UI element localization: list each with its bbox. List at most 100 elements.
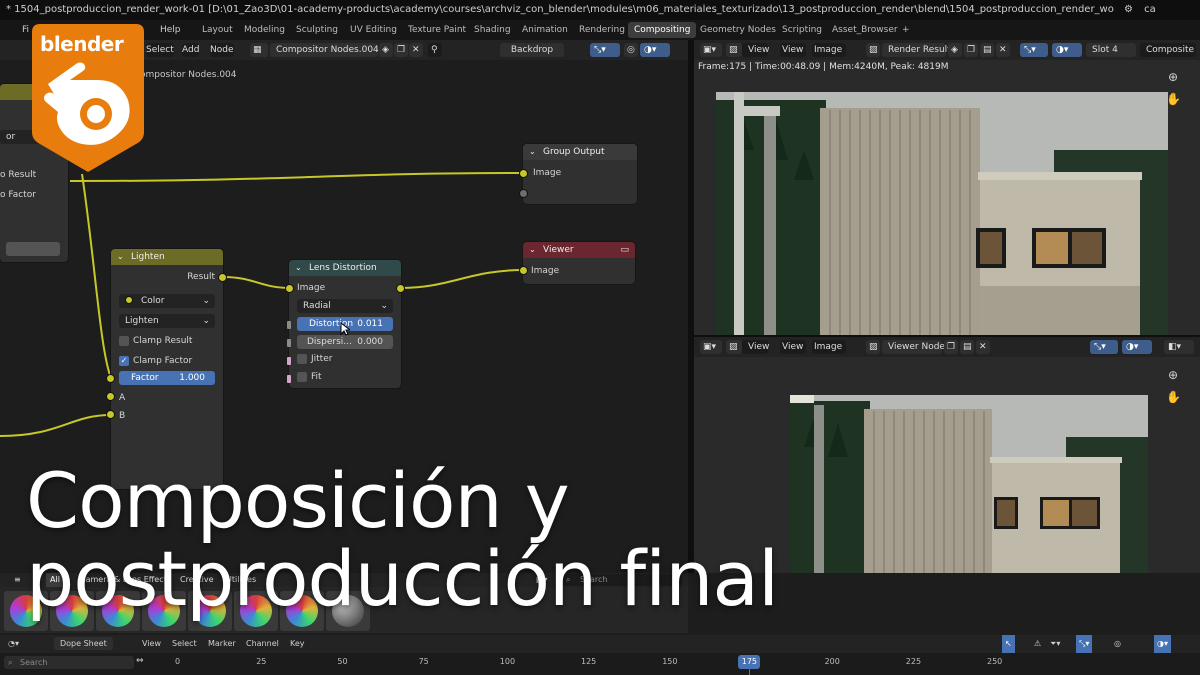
warning-icon[interactable]: ⚠ (1034, 635, 1041, 653)
menu-channel[interactable]: Channel (246, 635, 279, 653)
image-mode-icon[interactable]: ▨ (726, 43, 742, 57)
lens-image-socket[interactable] (286, 285, 293, 292)
clamp-result-checkbox[interactable] (119, 336, 129, 346)
image-browse-icon[interactable]: ▨ (866, 43, 880, 57)
pin-icon[interactable]: ⚲ (428, 43, 442, 57)
lighten-factor-socket[interactable] (107, 375, 114, 382)
tab-texture-paint[interactable]: Texture Paint (402, 22, 472, 38)
pan-hand-icon[interactable]: ✋ (1166, 92, 1181, 106)
menu-add[interactable]: Add (182, 43, 200, 57)
viewer-node[interactable]: ⌄ Viewer ▭ Image (523, 242, 635, 284)
viewer-image-socket[interactable] (520, 267, 527, 274)
overlay-icon[interactable]: ◑▾ (1154, 635, 1171, 653)
tab-rendering[interactable]: Rendering (573, 22, 631, 38)
current-frame-indicator[interactable]: 175 (738, 655, 761, 669)
lens-jitter-socket[interactable] (287, 357, 291, 365)
image-browse-icon[interactable]: ▨ (866, 340, 880, 354)
slot-select[interactable]: Slot 4 (1086, 43, 1136, 57)
tab-animation[interactable]: Animation (516, 22, 574, 38)
node-tree-name-field[interactable]: Compositor Nodes.004 (270, 43, 379, 57)
proportional-icon[interactable]: ◎ (1114, 635, 1121, 653)
viewer-display-icon[interactable]: ▭ (620, 242, 629, 258)
view-dropdown[interactable]: View (742, 340, 769, 354)
render-result-viewport[interactable] (694, 60, 1200, 336)
editor-type-icon[interactable]: ▣▾ (700, 340, 722, 354)
factor-slider[interactable]: Factor 1.000 (119, 371, 215, 385)
python-icon[interactable]: ⚙ (1124, 4, 1133, 15)
menu-select[interactable]: Select (146, 43, 174, 57)
menu-image[interactable]: Image (812, 340, 846, 354)
zoom-icon[interactable]: ⊕ (1166, 368, 1180, 382)
duplicate-icon[interactable]: ❐ (394, 43, 408, 57)
collapse-icon[interactable]: ⌄ (529, 242, 536, 258)
tab-geometry-nodes[interactable]: Geometry Nodes (694, 22, 782, 38)
snap-icon[interactable]: ⤡▾ (1076, 635, 1093, 653)
group-output-empty-socket[interactable] (520, 190, 527, 197)
lighten-result-socket[interactable] (219, 274, 226, 281)
lighten-node[interactable]: ⌄ Lighten Result Color ⌄ Lighten ⌄ Clamp… (111, 249, 223, 489)
lens-distortion-socket[interactable] (287, 321, 291, 329)
layer-select[interactable]: Composite (1140, 43, 1196, 57)
dope-sheet-mode-select[interactable]: Dope Sheet (54, 637, 113, 650)
dope-sheet-timeline[interactable]: ⌕ Search ⇔ 0 25 50 75 100 125 150 175 200 225 250 (0, 653, 1200, 675)
menu-marker[interactable]: Marker (208, 635, 236, 653)
lighten-blend-mode-select[interactable]: Lighten ⌄ (119, 314, 215, 328)
snap-icon[interactable]: ⤡▾ (590, 43, 620, 57)
menu-file[interactable]: Fi (22, 20, 29, 40)
fit-checkbox[interactable] (297, 372, 307, 382)
group-output-node[interactable]: ⌄ Group Output Image (520, 144, 637, 204)
collapse-icon[interactable]: ⌄ (117, 249, 124, 265)
lens-dispersion-socket[interactable] (287, 339, 291, 347)
tab-sculpting[interactable]: Sculpting (290, 22, 344, 38)
tab-layout[interactable]: Layout (196, 22, 239, 38)
menu-view[interactable]: View (142, 635, 161, 653)
tab-asset-browser[interactable]: Asset_Browser (826, 22, 904, 38)
backdrop-button[interactable]: Backdrop (500, 43, 564, 57)
jitter-checkbox[interactable] (297, 354, 307, 364)
gizmo-icon[interactable]: ◑▾ (640, 43, 670, 57)
open-folder-icon[interactable]: ▤ (960, 340, 974, 354)
partial-node-color-swatch[interactable] (6, 242, 60, 256)
close-icon[interactable]: ✕ (976, 340, 990, 354)
collapse-icon[interactable]: ⌄ (529, 144, 536, 160)
overlay-icon[interactable]: ◑▾ (1052, 43, 1082, 57)
menu-select[interactable]: Select (172, 635, 197, 653)
tab-scripting[interactable]: Scripting (776, 22, 828, 38)
tab-shading[interactable]: Shading (468, 22, 517, 38)
dope-sheet-search-field[interactable]: ⌕ Search (4, 656, 134, 669)
image-name-field[interactable]: Viewer Node (882, 340, 945, 354)
close-icon[interactable]: ✕ (996, 43, 1010, 57)
node-tree-icon[interactable]: ▦ (250, 43, 268, 57)
image-mode-icon[interactable]: ▨ (726, 340, 742, 354)
lighten-a-socket[interactable] (107, 393, 114, 400)
menu-view[interactable]: View (780, 43, 806, 57)
menu-key[interactable]: Key (290, 635, 305, 653)
add-workspace-button[interactable]: + (896, 22, 916, 38)
image-name-field[interactable]: Render Result (882, 43, 951, 57)
lighten-b-socket[interactable] (107, 411, 114, 418)
dispersion-slider[interactable]: Dispersi... 0.000 (297, 335, 393, 349)
unlink-icon[interactable]: ✕ (409, 43, 423, 57)
swap-icon[interactable]: ⇔ (136, 656, 144, 666)
select-cursor-icon[interactable]: ↖ (1002, 635, 1015, 653)
tab-compositing[interactable]: Compositing (628, 22, 697, 38)
collapse-icon[interactable]: ⌄ (295, 260, 302, 276)
menu-view[interactable]: View (780, 340, 806, 354)
group-output-image-socket[interactable] (520, 170, 527, 177)
pan-hand-icon[interactable]: ✋ (1166, 390, 1181, 404)
zoom-icon[interactable]: ⊕ (1166, 70, 1180, 84)
overlay-icon[interactable]: ◎ (624, 43, 638, 57)
editor-type-icon[interactable]: ▣▾ (700, 43, 722, 57)
tab-modeling[interactable]: Modeling (238, 22, 291, 38)
view-dropdown[interactable]: View (742, 43, 769, 57)
lens-output-socket[interactable] (397, 285, 404, 292)
menu-image[interactable]: Image (812, 43, 846, 57)
duplicate-icon[interactable]: ❐ (944, 340, 958, 354)
fake-user-icon[interactable]: ◈ (948, 43, 962, 57)
lens-fit-socket[interactable] (287, 375, 291, 383)
snap-icon[interactable]: ⤡▾ (1020, 43, 1048, 57)
tab-uv-editing[interactable]: UV Editing (344, 22, 403, 38)
open-folder-icon[interactable]: ▤ (980, 43, 994, 57)
duplicate-icon[interactable]: ❐ (964, 43, 978, 57)
hamburger-icon[interactable]: ≡ (14, 573, 21, 587)
